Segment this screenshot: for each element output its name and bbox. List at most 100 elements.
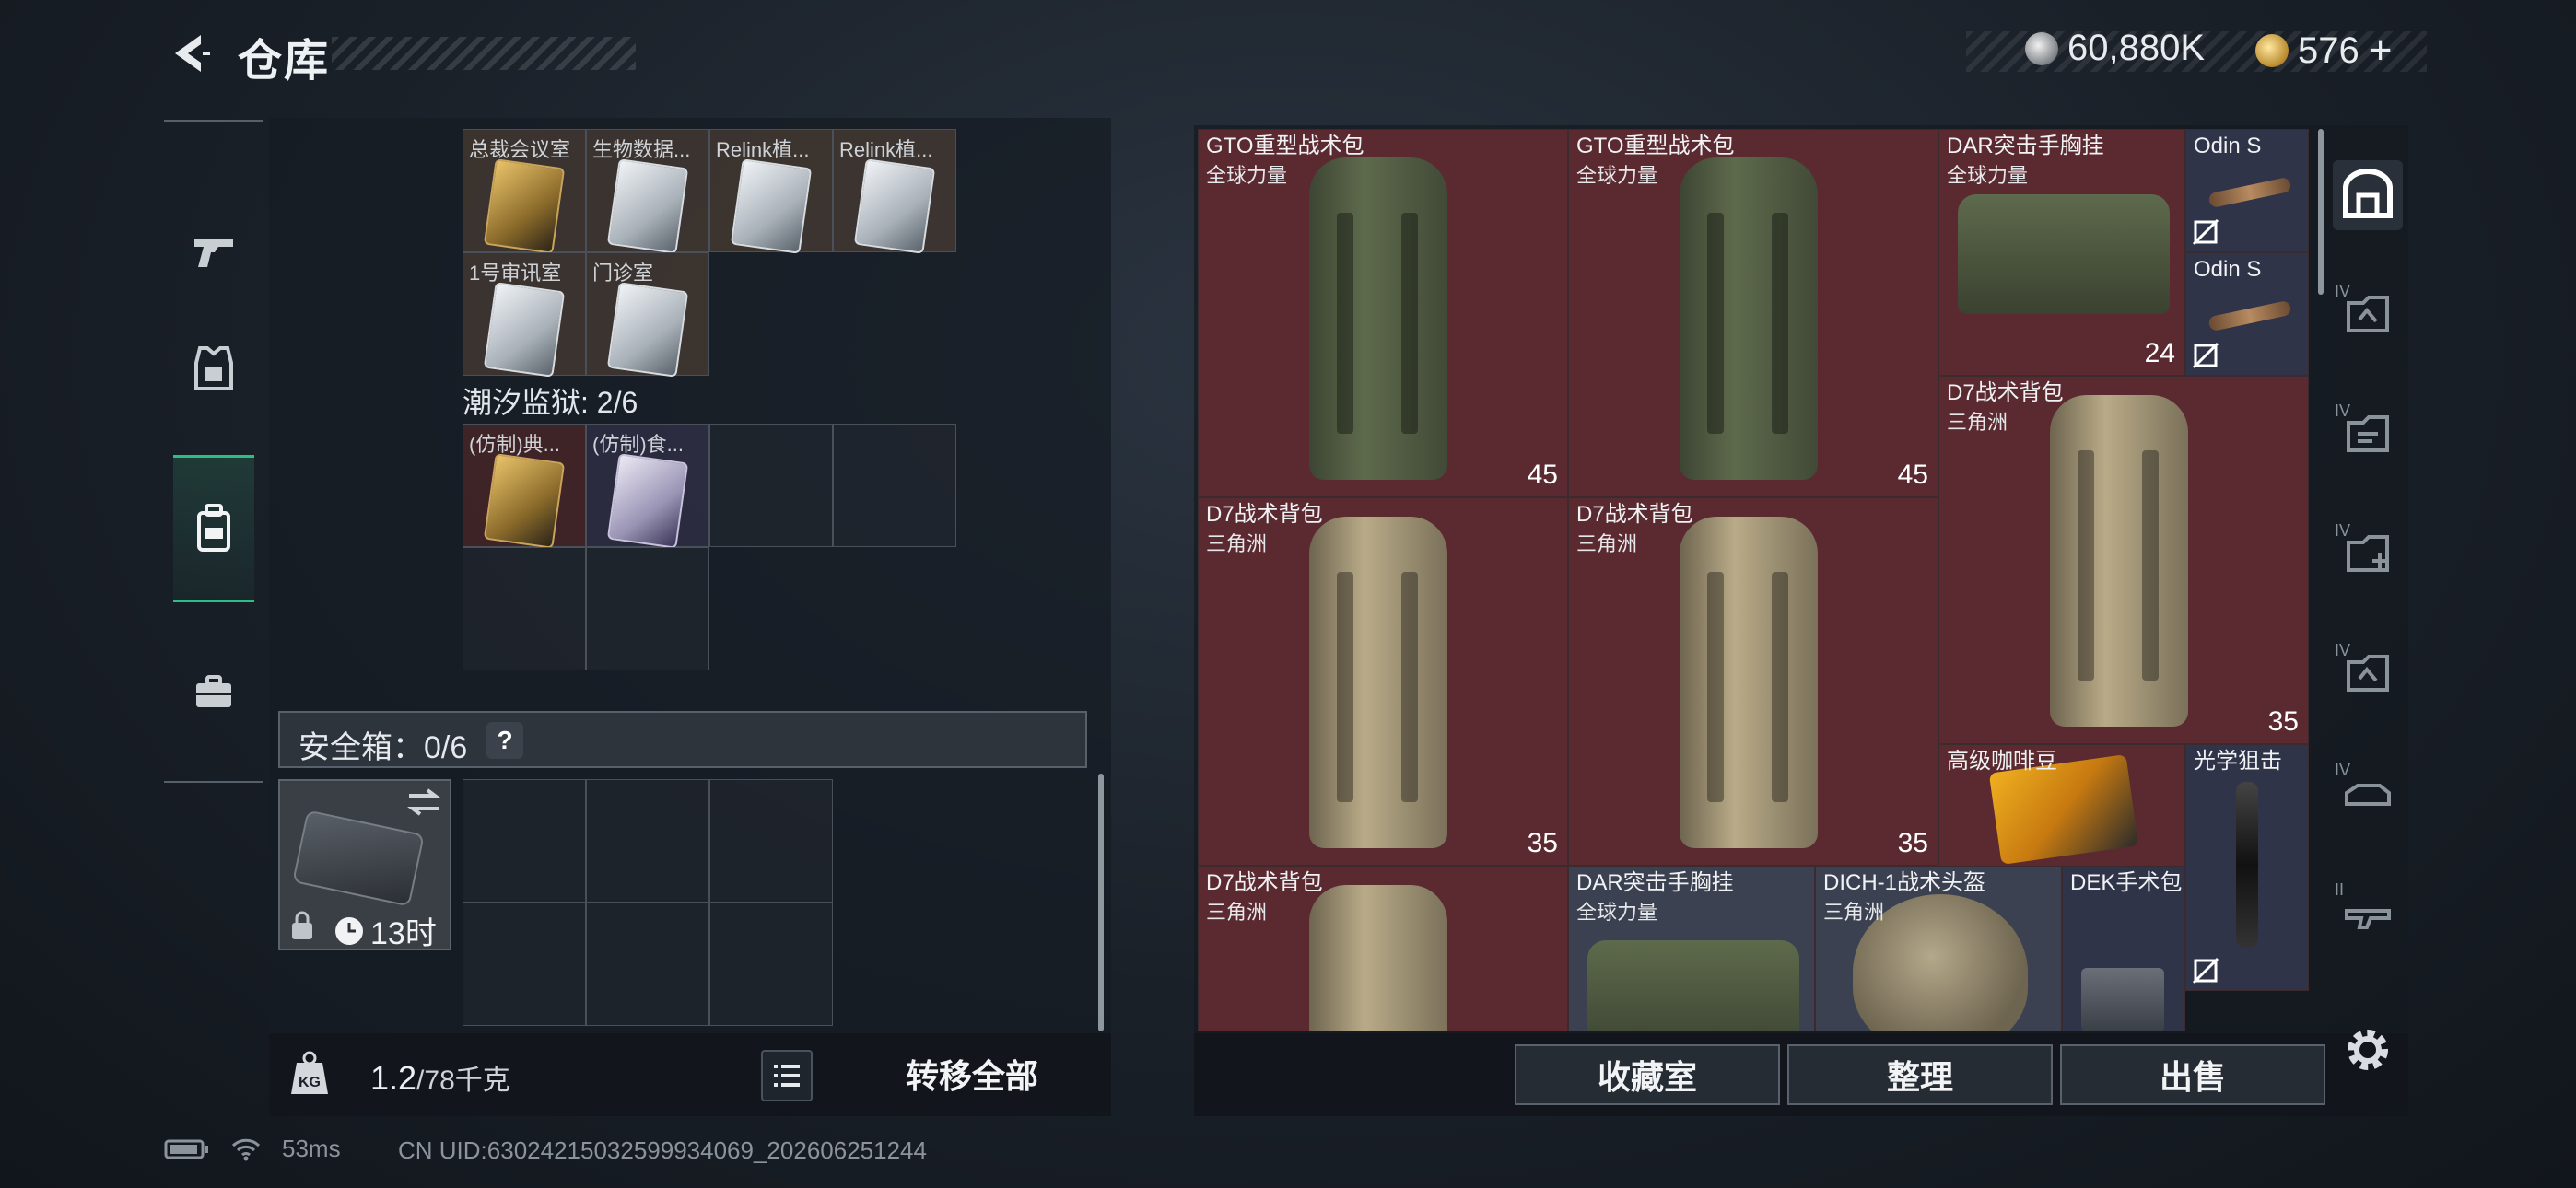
map-zone-icon — [2347, 655, 2389, 692]
medical-zone-icon — [2347, 535, 2389, 572]
item-d7-backpack[interactable]: D7战术背包 三角洲 35 — [1568, 497, 1938, 866]
help-icon[interactable]: ? — [486, 722, 523, 759]
settings-button[interactable] — [2340, 1022, 2395, 1077]
stash-scrollbar[interactable] — [1098, 774, 1104, 1031]
ping-value: 53ms — [282, 1135, 341, 1162]
transfer-all-button[interactable]: 转移全部 — [848, 1037, 1096, 1111]
filter-tier[interactable]: IV — [2333, 759, 2403, 829]
sort-button[interactable]: 整理 — [1787, 1044, 2053, 1105]
keycard-slot[interactable]: 生物数据... — [586, 129, 709, 254]
sell-button[interactable]: 出售 — [2060, 1044, 2325, 1105]
item-dich-helmet[interactable]: DICH-1战术头盔 三角洲 — [1815, 866, 2062, 1031]
keycard-slot[interactable]: Relink植... — [709, 129, 833, 254]
filter-tier[interactable]: II — [2333, 879, 2403, 949]
backpack-icon — [2050, 395, 2188, 727]
empty-slot[interactable] — [463, 903, 586, 1026]
gold-coin-icon — [2255, 34, 2289, 67]
wifi-icon — [231, 1138, 261, 1160]
filter-tier[interactable]: IV — [2333, 519, 2403, 589]
armor-icon — [194, 346, 233, 390]
empty-slot[interactable] — [709, 903, 833, 1026]
item-d7-backpack[interactable]: D7战术背包 三角洲 — [1198, 866, 1568, 1031]
keycard-icon — [730, 158, 813, 254]
item-dar-chest-rig[interactable]: DAR突击手胸挂 全球力量 24 — [1938, 129, 2185, 376]
title-decoration — [332, 37, 636, 70]
item-gto-backpack[interactable]: GTO重型战术包 全球力量 45 — [1568, 129, 1938, 497]
uid-text: CN UID:630242150325999340​69_20260625124… — [398, 1136, 927, 1164]
empty-slot[interactable] — [833, 424, 956, 547]
keycard-icon — [483, 158, 566, 254]
list-view-button[interactable] — [761, 1050, 813, 1101]
back-button[interactable] — [164, 28, 216, 79]
empty-slot[interactable] — [463, 547, 586, 670]
empty-slot[interactable] — [586, 779, 709, 903]
empty-slot[interactable] — [586, 903, 709, 1026]
silver-coin-icon — [2025, 31, 2058, 65]
capacity-badge: 45 — [1897, 460, 1928, 490]
inventory-scrollbar[interactable] — [2318, 129, 2324, 295]
map-zone-icon — [2347, 296, 2389, 332]
chest-rig-icon — [1587, 940, 1799, 1031]
page-title: 仓库 — [238, 37, 331, 86]
keycard-slot[interactable]: (仿制)食... — [586, 424, 709, 549]
safe-case-icon — [292, 809, 425, 907]
scope-icon — [2207, 176, 2292, 209]
keycard-slot[interactable]: 1号审讯室 — [463, 252, 586, 378]
nav-armor[interactable] — [173, 295, 254, 442]
filter-tier[interactable]: IV — [2333, 639, 2403, 709]
right-filter-nav: IV IV IV IV IV II — [2325, 129, 2410, 995]
filter-tier[interactable]: IV — [2333, 400, 2403, 470]
keycard-icon — [606, 158, 689, 254]
vehicle-zone-icon — [2345, 784, 2391, 806]
filter-all[interactable] — [2333, 160, 2403, 230]
empty-slot[interactable] — [586, 547, 709, 670]
filter-tier[interactable]: IV — [2333, 280, 2403, 350]
nav-backpack[interactable] — [173, 455, 254, 602]
keycard-slot[interactable]: Relink植... — [833, 129, 956, 254]
back-arrow-icon — [175, 35, 210, 72]
lock-icon — [292, 911, 312, 939]
currency-gold[interactable]: 576 + — [2255, 28, 2392, 74]
capacity-badge: 35 — [1897, 828, 1928, 858]
safe-timer: 13时 — [334, 908, 437, 953]
keycard-icon — [483, 453, 566, 549]
item-gto-backpack[interactable]: GTO重型战术包 全球力量 45 — [1198, 129, 1568, 497]
chest-rig-icon — [1958, 194, 2170, 314]
add-currency-button[interactable]: + — [2369, 28, 2393, 74]
currency-silver[interactable]: 60,880K — [2025, 28, 2205, 69]
backpack-icon — [1309, 885, 1447, 1031]
backpack-icon — [197, 504, 230, 552]
backpack-icon — [1309, 517, 1447, 848]
weight-value: 1.2/78千克 — [370, 1059, 510, 1097]
sniper-scope-icon — [2236, 782, 2258, 948]
collection-room-button[interactable]: 收藏室 — [1515, 1044, 1780, 1105]
keycard-slot[interactable]: 总裁会议室 — [463, 129, 586, 254]
pistol-icon — [194, 239, 233, 267]
item-odin-scope[interactable]: Odin S — [2185, 252, 2309, 376]
left-category-nav — [164, 120, 263, 783]
capacity-badge: 35 — [2267, 706, 2299, 737]
container-icon — [2343, 169, 2393, 218]
item-odin-scope[interactable]: Odin S — [2185, 129, 2309, 252]
item-coffee-beans[interactable]: 高级咖啡豆 — [1938, 744, 2185, 868]
item-d7-backpack[interactable]: D7战术背包 三角洲 35 — [1938, 376, 2309, 744]
item-dek-surgical-kit[interactable]: DEK手术包 — [2062, 866, 2185, 1031]
backpack-icon — [1680, 157, 1818, 480]
item-d7-backpack[interactable]: D7战术背包 三角洲 35 — [1198, 497, 1568, 866]
keycard-slot[interactable]: 门诊室 — [586, 252, 709, 378]
nav-toolbox[interactable] — [173, 619, 254, 766]
empty-slot[interactable] — [709, 779, 833, 903]
currency-gold-value: 576 — [2298, 29, 2359, 71]
gear-icon — [2348, 1030, 2388, 1070]
no-trade-icon — [2192, 342, 2219, 369]
keycard-icon — [606, 282, 689, 378]
keycard-icon — [606, 453, 689, 549]
empty-slot[interactable] — [709, 424, 833, 547]
item-optical-scope[interactable]: 光学狙击 — [2185, 744, 2309, 991]
currency-silver-value: 60,880K — [2067, 28, 2206, 68]
backpack-icon — [1680, 517, 1818, 848]
keycard-slot[interactable]: (仿制)典... — [463, 424, 586, 549]
item-dar-chest-rig[interactable]: DAR突击手胸挂 全球力量 — [1568, 866, 1815, 1031]
empty-slot[interactable] — [463, 779, 586, 903]
swap-icon — [407, 788, 440, 816]
